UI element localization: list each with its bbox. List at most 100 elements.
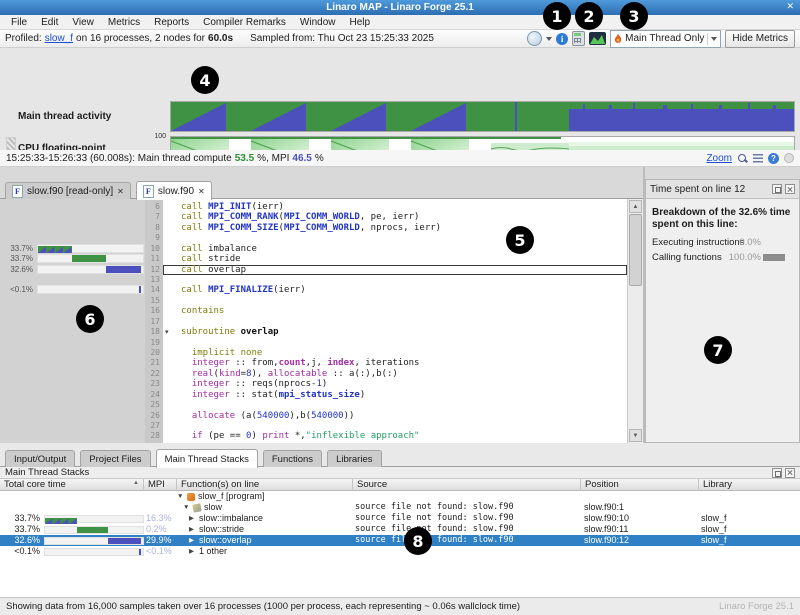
line-number: 7: [155, 212, 160, 222]
stack-row[interactable]: 33.7%0.2%▶slow::stridesource file not fo…: [0, 524, 800, 535]
info-icon[interactable]: i: [556, 33, 568, 45]
bottom-tab-input-output[interactable]: Input/Output: [5, 450, 75, 468]
bottom-tab-project-files[interactable]: Project Files: [80, 450, 150, 468]
expand-icon[interactable]: ▶: [189, 546, 196, 557]
annotation-badge-2: 2: [575, 2, 603, 30]
row-bar-track: [44, 537, 144, 545]
line-number: 27: [150, 421, 160, 431]
gutter-bar-track: [37, 285, 144, 294]
library-text: slow_f: [701, 524, 727, 535]
editor-time-gutter: 33.7%33.7%32.6%<0.1%: [0, 199, 145, 443]
total-core-time: 33.7%: [10, 513, 40, 524]
metrics-view-icon[interactable]: [589, 32, 606, 45]
profile-icon[interactable]: [527, 31, 542, 46]
menu-view[interactable]: View: [65, 16, 101, 29]
code-line[interactable]: [163, 275, 627, 285]
bottom-tab-main-thread-stacks[interactable]: Main Thread Stacks: [156, 449, 258, 468]
code-line[interactable]: integer :: reqs(nprocs-1): [163, 379, 627, 389]
expand-icon[interactable]: ▶: [189, 524, 196, 535]
menu-metrics[interactable]: Metrics: [101, 16, 147, 29]
help-icon[interactable]: ?: [768, 153, 779, 164]
code-line[interactable]: [163, 400, 627, 410]
expand-icon[interactable]: ▶: [189, 535, 196, 546]
combo-dropdown-icon[interactable]: [711, 37, 717, 41]
calculator-icon[interactable]: [572, 31, 585, 46]
fold-marker-icon[interactable]: ▾: [165, 328, 169, 336]
stack-row[interactable]: 32.6%29.9%▶slow::overlapsource file not …: [0, 535, 800, 546]
tab-close-icon[interactable]: ✕: [117, 187, 124, 196]
code-editor[interactable]: call MPI_INIT(ierr)call MPI_COMM_RANK(MP…: [163, 199, 627, 443]
editor-tab[interactable]: Fslow.f90✕: [136, 181, 212, 200]
code-line[interactable]: integer :: stat(mpi_status_size): [163, 390, 627, 400]
expand-icon[interactable]: ▼: [177, 491, 184, 502]
profile-dropdown-icon[interactable]: [546, 37, 552, 41]
zoom-link[interactable]: Zoom: [706, 153, 732, 164]
gutter-percent: 33.7%: [2, 244, 33, 253]
stacks-table-header[interactable]: Total core time ▲ MPI Function(s) on lin…: [0, 478, 800, 491]
code-line[interactable]: call MPI_INIT(ierr): [163, 202, 627, 212]
bottom-tab-functions[interactable]: Functions: [263, 450, 322, 468]
program-link[interactable]: slow_f: [45, 33, 73, 44]
line-number: 28: [150, 431, 160, 441]
program-icon: [187, 493, 195, 501]
stack-row[interactable]: ▼ slow_f [program]: [0, 491, 800, 502]
menu-reports[interactable]: Reports: [147, 16, 196, 29]
code-line[interactable]: call stride: [163, 254, 627, 264]
function-name: slow_f [program]: [198, 491, 265, 502]
zoom-select-icon[interactable]: [737, 153, 748, 164]
menu-file[interactable]: File: [4, 16, 34, 29]
code-line[interactable]: integer :: from,count,j, index, iteratio…: [163, 358, 627, 368]
menu-help[interactable]: Help: [342, 16, 377, 29]
stack-row[interactable]: ▼slowsource file not found: slow.f90slow…: [0, 502, 800, 513]
menu-edit[interactable]: Edit: [34, 16, 65, 29]
expand-icon[interactable]: ▼: [183, 502, 190, 513]
tab-close-icon[interactable]: ✕: [198, 187, 205, 196]
source-text: source file not found: slow.f90: [355, 535, 514, 546]
source-text: source file not found: slow.f90: [355, 502, 514, 513]
code-line[interactable]: real(kind=8), allocatable :: a(:),b(:): [163, 369, 627, 379]
activity-chart[interactable]: [170, 101, 795, 132]
code-line[interactable]: implicit none: [163, 348, 627, 358]
window-close-icon[interactable]: ✕: [786, 1, 794, 12]
thread-mode-select[interactable]: Main Thread Only: [610, 30, 721, 48]
code-line[interactable]: [163, 338, 627, 348]
bottom-tab-libraries[interactable]: Libraries: [327, 450, 381, 468]
code-line[interactable]: subroutine overlap: [163, 327, 627, 337]
stack-row[interactable]: <0.1%<0.1%▶1 other: [0, 546, 800, 557]
code-line[interactable]: call imbalance: [163, 244, 627, 254]
menu-compiler-remarks[interactable]: Compiler Remarks: [196, 16, 293, 29]
code-line[interactable]: [163, 421, 627, 431]
scrollbar-thumb[interactable]: [629, 214, 642, 286]
menu-window[interactable]: Window: [293, 16, 343, 29]
stacks-undock-icon[interactable]: [772, 468, 782, 478]
undock-icon[interactable]: [772, 184, 782, 194]
close-panel-icon[interactable]: [785, 184, 795, 194]
code-line[interactable]: [163, 233, 627, 243]
code-line[interactable]: [163, 296, 627, 306]
code-line[interactable]: call MPI_FINALIZE(ierr): [163, 285, 627, 295]
time-bar: [38, 245, 72, 252]
code-line[interactable]: contains: [163, 306, 627, 316]
code-line[interactable]: call overlap: [163, 265, 627, 275]
code-line[interactable]: allocate (a(540000),b(540000)): [163, 411, 627, 421]
code-line[interactable]: call MPI_COMM_RANK(MPI_COMM_WORLD, pe, i…: [163, 212, 627, 222]
scroll-up-icon[interactable]: ▲: [629, 200, 642, 213]
editor-line-numbers: 6789101112131415161718192021222324252627…: [145, 199, 163, 443]
reset-icon[interactable]: [784, 153, 794, 163]
editor-tab[interactable]: Fslow.f90 [read-only]✕: [5, 182, 131, 200]
expand-icon[interactable]: ▶: [189, 513, 196, 524]
stacks-close-icon[interactable]: [785, 468, 795, 478]
code-line[interactable]: [163, 317, 627, 327]
title-bar: Linaro MAP - Linaro Forge 25.1 ✕: [0, 0, 800, 15]
scroll-down-icon[interactable]: ▼: [629, 429, 642, 442]
code-line[interactable]: call MPI_COMM_SIZE(MPI_COMM_WORLD, nproc…: [163, 223, 627, 233]
library-text: slow_f: [701, 535, 727, 546]
compute-percent: 53.5: [235, 153, 254, 164]
list-icon[interactable]: [753, 154, 763, 163]
stack-row[interactable]: 33.7%16.3%▶slow::imbalancesource file no…: [0, 513, 800, 524]
editor-scrollbar[interactable]: ▲ ▼: [627, 199, 643, 443]
time-bar: [45, 516, 77, 522]
code-line[interactable]: if (pe == 0) print *,"inflexible approac…: [163, 431, 627, 441]
hide-metrics-button[interactable]: Hide Metrics: [725, 30, 795, 48]
bottom-tab-bar: Input/Output Project Files Main Thread Sta…: [0, 447, 800, 467]
